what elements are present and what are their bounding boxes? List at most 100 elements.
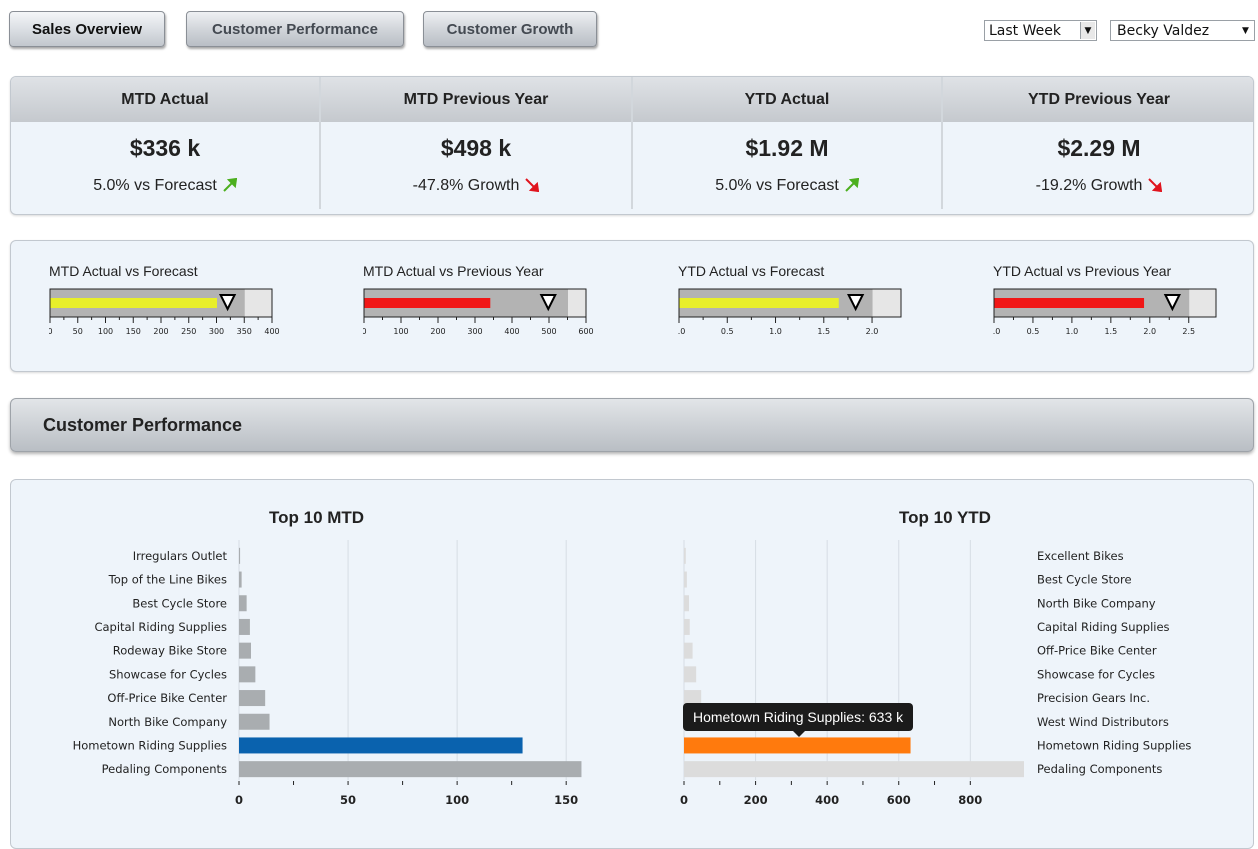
axis-tick-label: 800 — [958, 793, 982, 807]
bar — [239, 595, 247, 612]
bullet-tick-label: 2.0 — [866, 327, 879, 336]
axis-tick-label: 400 — [815, 793, 839, 807]
bullet-tick-label: 1.5 — [817, 327, 830, 336]
bullet-chart: YTD Actual vs Forecast 0.0 0.5 1.0 1.5 2.0 — [673, 263, 908, 353]
bullet-actual-bar — [994, 298, 1145, 308]
chart-tooltip: Hometown Riding Supplies: 633 k — [683, 703, 914, 737]
trend-up-icon — [845, 178, 859, 192]
chevron-down-icon: ▼ — [1238, 22, 1253, 39]
bullet-title: YTD Actual vs Forecast — [678, 263, 825, 279]
kpi-subtext: 5.0% vs Forecast — [633, 177, 941, 195]
bullet-tick-label: 2.0 — [1143, 327, 1156, 336]
bullet-title: MTD Actual vs Previous Year — [363, 263, 544, 279]
bullet-tick-label: 350 — [237, 327, 252, 336]
kpi-mtd-actual: MTD Actual $336 k 5.0% vs Forecast — [11, 77, 319, 214]
bullet-tick-label: 150 — [126, 327, 141, 336]
axis-tick-label: 0 — [235, 793, 243, 807]
period-select-value: Last Week — [989, 22, 1061, 39]
kpi-subtext: -47.8% Growth — [321, 177, 631, 195]
category-label: Precision Gears Inc. — [1037, 691, 1150, 705]
bullet-tick-label: 1.5 — [1104, 327, 1117, 336]
axis-tick-label: 100 — [445, 793, 469, 807]
bullet-tick-label: 0.5 — [1027, 327, 1040, 336]
axis-tick-label: 200 — [744, 793, 768, 807]
bullet-graph: 0.0 0.5 1.0 1.5 2.0 2.5 — [988, 288, 1217, 336]
category-label: Showcase for Cycles — [109, 667, 227, 681]
bullet-tick-label: 200 — [430, 327, 445, 336]
bullet-actual-bar — [50, 298, 217, 308]
bullet-tick-label: 1.0 — [769, 327, 782, 336]
kpi-value: $336 k — [129, 135, 201, 161]
bar — [239, 547, 241, 564]
bullet-chart: MTD Actual vs Previous Year 0 100 200 300 40… — [361, 263, 593, 353]
kpi-value: $1.92 M — [745, 135, 829, 161]
bar — [684, 642, 693, 659]
tab-customer-growth[interactable]: Customer Growth — [423, 11, 597, 47]
kpi-label: MTD Previous Year — [321, 77, 631, 122]
section-header[interactable]: Customer Performance — [10, 398, 1254, 452]
category-label: Pedaling Components — [102, 762, 227, 776]
top-10-mtd-chart: Irregulars Outlet Top of the Line Bikes Be… — [73, 540, 582, 807]
user-select-value: Becky Valdez — [1117, 22, 1210, 39]
period-select[interactable]: Last Week ▼ — [984, 20, 1097, 41]
kpi-ytd-previous-year: YTD Previous Year $2.29 M -19.2% Growth — [943, 77, 1253, 214]
bullet-graph: 0.0 0.5 1.0 1.5 2.0 — [673, 288, 902, 336]
bullet-tick-label: 100 — [98, 327, 113, 336]
bar — [239, 666, 256, 683]
category-label: Best Cycle Store — [1037, 573, 1132, 587]
top-10-ytd-chart: Excellent Bikes Best Cycle Store North Bik… — [680, 540, 1191, 807]
bullet-chart: MTD Actual vs Forecast 0 50 100 150 200 250 30… — [47, 263, 279, 353]
bullet-graph: 0 50 100 150 200 250 300 350 400 — [47, 288, 280, 336]
kpi-label: YTD Actual — [633, 77, 941, 122]
category-label: West Wind Distributors — [1037, 715, 1169, 729]
category-label: North Bike Company — [1037, 596, 1156, 610]
bullet-tick-label: 400 — [504, 327, 519, 336]
kpi-subtext: 5.0% vs Forecast — [11, 177, 319, 195]
bullet-graph: 0 100 200 300 400 500 600 — [361, 288, 594, 336]
category-label: Off-Price Bike Center — [107, 691, 227, 705]
category-label: Irregulars Outlet — [133, 549, 228, 563]
bullet-tick-label: 0.5 — [721, 327, 734, 336]
bullet-actual-bar — [364, 298, 491, 308]
axis-tick-label: 150 — [554, 793, 578, 807]
kpi-label: YTD Previous Year — [943, 77, 1253, 122]
category-label: Showcase for Cycles — [1037, 667, 1155, 681]
bullet-tick-label: 300 — [467, 327, 482, 336]
kpi-ytd-actual: YTD Actual $1.92 M 5.0% vs Forecast — [633, 77, 941, 214]
bullet-tick-label: 500 — [541, 327, 556, 336]
kpi-value: $2.29 M — [1057, 135, 1141, 161]
bullet-tick-label: 0 — [363, 327, 367, 336]
bullet-tick-label: 200 — [153, 327, 168, 336]
bar — [239, 737, 523, 754]
category-label: Capital Riding Supplies — [1037, 620, 1170, 634]
bar — [239, 571, 242, 588]
bar — [239, 690, 266, 707]
kpi-subtext: -19.2% Growth — [943, 177, 1253, 195]
trend-up-icon — [223, 178, 237, 192]
category-label: Best Cycle Store — [132, 596, 227, 610]
tab-sales-overview[interactable]: Sales Overview — [9, 11, 165, 47]
bullet-tick-label: 2.5 — [1182, 327, 1195, 336]
category-label: Top of the Line Bikes — [108, 573, 227, 587]
bar — [684, 618, 690, 635]
bar — [239, 761, 582, 778]
category-label: Rodeway Bike Store — [113, 644, 227, 658]
bullet-title: MTD Actual vs Forecast — [49, 263, 198, 279]
bullet-tick-label: 0.0 — [678, 327, 685, 336]
kpi-value: $498 k — [440, 135, 512, 161]
tab-customer-performance[interactable]: Customer Performance — [186, 11, 404, 47]
bullet-tick-label: 400 — [264, 327, 279, 336]
bullet-tick-label: 600 — [578, 327, 593, 336]
user-select[interactable]: Becky Valdez ▼ — [1110, 20, 1255, 41]
bar — [239, 713, 270, 730]
chevron-down-icon: ▼ — [1080, 22, 1095, 39]
category-label: Hometown Riding Supplies — [73, 738, 227, 752]
bar — [684, 737, 911, 754]
bullet-title: YTD Actual vs Previous Year — [993, 263, 1172, 279]
bullet-tick-label: 250 — [181, 327, 196, 336]
category-label: Hometown Riding Supplies — [1037, 738, 1191, 752]
bullet-tick-label: 50 — [73, 327, 83, 336]
kpi-panel: MTD Actual $336 k 5.0% vs Forecast MTD P… — [10, 76, 1254, 215]
chart-title-mtd: Top 10 MTD — [269, 508, 365, 527]
trend-down-icon — [525, 178, 540, 192]
